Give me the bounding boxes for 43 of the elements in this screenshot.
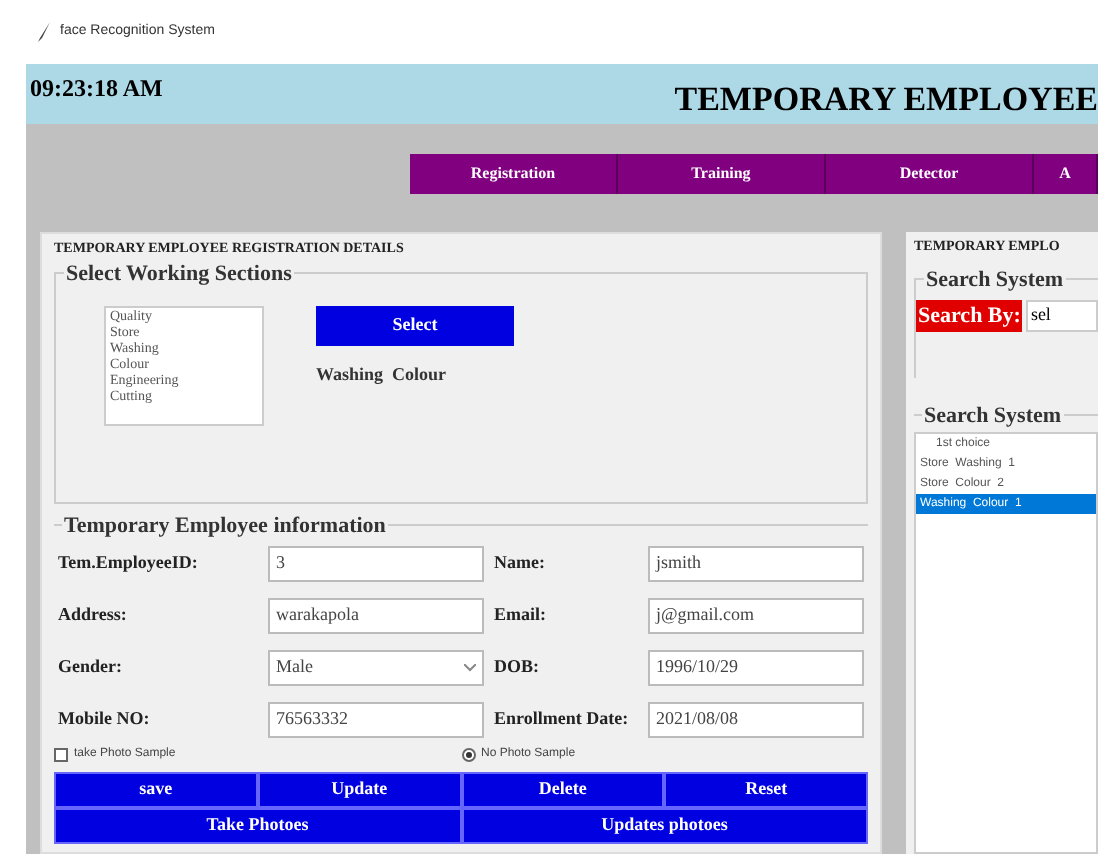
clock-text: 09:23:18 AM xyxy=(28,72,165,106)
field-value: Male xyxy=(276,653,313,680)
chevron-down-icon xyxy=(464,663,476,671)
field-value: 3 xyxy=(276,549,285,576)
input-field[interactable]: jsmith xyxy=(648,545,864,581)
input-field[interactable]: j@gmail.com xyxy=(648,597,864,633)
select-button[interactable]: Select xyxy=(316,305,514,345)
field-label: Enrollment Date: xyxy=(494,705,631,732)
field-label: Name: xyxy=(494,549,547,576)
action-button[interactable]: Delete xyxy=(461,771,665,807)
nav-tab[interactable]: Detector xyxy=(826,154,1034,194)
field-label: Email: xyxy=(494,601,548,628)
gender-dropdown[interactable]: Male xyxy=(268,649,484,685)
search-by-label: Search By: xyxy=(916,299,1023,332)
nav-tab[interactable]: Training xyxy=(618,154,826,194)
search-dropdown[interactable]: sel xyxy=(1026,299,1098,331)
input-field[interactable]: 3 xyxy=(268,545,484,581)
photo-button[interactable]: Take Photoes xyxy=(54,807,461,843)
nav-tab[interactable]: A xyxy=(1034,154,1098,194)
field-value: 1996/10/29 xyxy=(656,653,739,680)
action-button[interactable]: Reset xyxy=(664,771,868,807)
field-value: jsmith xyxy=(656,549,702,576)
action-button[interactable]: save xyxy=(54,771,258,807)
input-field[interactable]: 76563332 xyxy=(268,701,484,737)
field-value: 76563332 xyxy=(276,705,348,732)
input-field[interactable]: 2021/08/08 xyxy=(648,701,864,737)
photo-button[interactable]: Updates photoes xyxy=(461,807,868,843)
radio-button[interactable] xyxy=(461,747,475,761)
action-button[interactable]: Update xyxy=(257,771,461,807)
checkbox[interactable] xyxy=(54,747,68,761)
app-heading: TEMPORARY EMPLOYEE xyxy=(674,78,1098,122)
field-label: DOB: xyxy=(494,653,541,680)
nav-tab[interactable]: Registration xyxy=(410,154,618,194)
field-label: Mobile NO: xyxy=(58,705,152,732)
field-value: j@gmail.com xyxy=(656,601,755,628)
field-label: Tem.EmployeeID: xyxy=(58,549,200,576)
field-label: Gender: xyxy=(58,653,124,680)
field-value: warakapola xyxy=(276,601,359,628)
field-label: Address: xyxy=(58,601,129,628)
field-value: 2021/08/08 xyxy=(656,705,739,732)
input-field[interactable]: warakapola xyxy=(268,597,484,633)
input-field[interactable]: 1996/10/29 xyxy=(648,649,864,685)
selected-sections: Washing Colour xyxy=(316,361,514,388)
